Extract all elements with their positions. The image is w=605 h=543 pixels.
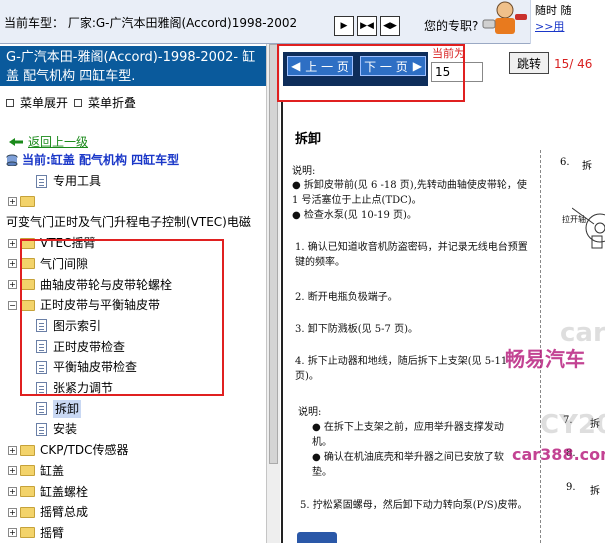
note2-label: 说明: [298,407,322,418]
step-number: 6. [560,157,570,168]
scrollbar-thumb[interactable] [269,44,278,464]
promo-text: 随时 随 [535,4,572,17]
step-fragment: 拆 [582,161,592,172]
left-scrollbar[interactable] [266,44,280,543]
tree-folder-item[interactable]: + 缸盖螺栓 [8,483,88,501]
tree-item-label: CKP/TDC传感器 [40,443,129,458]
document-icon [36,174,47,188]
jump-button[interactable]: 跳转 [509,52,549,74]
menu-expand-button[interactable]: 菜单展开 [6,94,68,111]
note-item: ● 在拆下上支架之前，应用举升器支撑发动机。 [312,422,504,448]
note-list: ● 拆卸皮带前(见 6 -18 页),先转动曲轴使皮带轮，使 1 号活塞位于上止… [292,178,532,223]
tree-folder-item[interactable]: + 摇臂 [8,524,64,542]
engine-diagram-icon [572,207,605,249]
current-section-label: 当前:缸盖 配气机构 四缸车型 [22,153,180,167]
tree-folder-item[interactable]: + 摇臂总成 [8,503,88,521]
watermark-brand: 畅易汽车 [505,347,585,371]
folder-icon [20,486,35,497]
current-model-label: 当前车型： 厂家:G-广汽本田雅阁(Accord)1998-2002 [4,16,298,30]
page-count: 15/ 46 [554,57,593,71]
expand-icon[interactable]: + [8,487,17,496]
folder-icon [20,527,35,539]
note-label: 说明: [292,166,316,177]
step-1: 1. 确认已知道收音机防盗密码，并记录无线电台预置键的频率。 [295,242,528,268]
toolbar-nav-buttons: ▶ ▶◀ ◀▶ [334,16,400,36]
expand-icon[interactable]: + [8,507,17,517]
tree-item-label: 摇臂 [40,525,65,540]
expand-icon[interactable]: + [8,238,17,248]
pager-highlight-box [277,44,465,102]
menu-collapse-label: 菜单折叠 [88,96,137,110]
nav-forward-button[interactable]: ▶ [334,16,354,36]
tree-folder-item[interactable]: + 缸盖 [8,462,64,480]
tree-item-label: 拆卸 [53,399,82,418]
document-heading: 拆卸 [295,132,322,147]
menu-collapse-button[interactable]: 菜单折叠 [74,94,136,111]
expand-icon[interactable]: + [8,197,17,207]
menu-expand-label: 菜单展开 [20,96,69,110]
nav-collapse-button[interactable]: ▶◀ [357,16,377,36]
expand-icon[interactable]: + [8,280,17,289]
left-arrow-icon [9,137,23,146]
expand-icon[interactable]: + [8,445,17,455]
note2-list: ● 在拆下上支架之前，应用举升器支撑发动机。 ● 确认在机油底壳和举升器之间已安… [312,420,522,480]
tree-leaf-item[interactable]: 安装 [36,420,77,438]
tree-leaf-item[interactable]: 专用工具 [36,172,101,190]
tree-item-label: 缸盖 [40,463,65,478]
step-2: 2. 断开电瓶负极端子。 [295,292,398,303]
note-item: ● 拆卸皮带前(见 6 -18 页),先转动曲轴使皮带轮，使 1 号活塞位于上止… [292,180,527,206]
document-icon [36,402,47,416]
step-number: 9. [566,482,576,493]
faint-watermark: CY20 [540,410,605,440]
folder-icon [20,444,35,456]
collapse-icon[interactable]: − [8,300,17,310]
bottom-tab[interactable] [297,532,337,543]
step-4: 4. 拆下止动器和地线，随后拆下上支架(见 5-11 页)。 [295,356,508,382]
purchase-label: 您的专职? [424,19,479,33]
tree-item-label: 安装 [53,422,78,437]
mascot-icon [482,1,527,34]
step-fragment: 拆 [590,486,600,497]
expand-icon[interactable]: + [8,259,17,269]
tree-item-label: 摇臂总成 [40,505,89,520]
nav-expand-button[interactable]: ◀▶ [380,16,400,36]
note-item: ● 确认在机油底壳和举升器之间已安放了软垫。 [312,452,504,478]
promo-box: 随时 随 >>用 [530,0,605,44]
tree-folder-item[interactable]: 可变气门正时及气门升程电子控制(VTEC)电磁 [6,213,251,231]
model-title-banner: G-广汽本田-雅阁(Accord)-1998-2002- 缸盖 配气机构 四缸车… [0,46,266,86]
folder-icon [20,506,35,518]
tree-highlight-box [20,239,224,396]
folder-icon [20,196,35,208]
back-link-label: 返回上一级 [28,135,89,149]
square-icon [6,99,14,107]
top-header-bar: 当前车型： 厂家:G-广汽本田雅阁(Accord)1998-2002 ▶ ▶◀ … [0,0,605,44]
step-3: 3. 卸下防溅板(见 5-7 页)。 [295,324,418,335]
tree-folder-item[interactable]: + CKP/TDC传感器 [8,441,128,459]
tree-leaf-item[interactable]: 拆卸 [36,399,82,418]
watermark-url: car388.com [512,445,605,464]
tree-item-label: 专用工具 [53,174,102,188]
expand-icon[interactable]: + [8,528,17,538]
current-section: 当前:缸盖 配气机构 四缸车型 [6,151,179,168]
folder-icon [20,465,35,477]
square-icon [74,99,83,107]
back-link[interactable]: 返回上一级 [8,133,88,150]
tree-item-label: 缸盖螺栓 [40,484,89,499]
tree-item-label: 可变气门正时及气门升程电子控制(VTEC)电磁 [6,215,251,230]
tree-folder-item[interactable]: + [8,193,40,211]
promo-link[interactable]: >>用 [535,18,601,34]
step-5: 5. 拧松紧固螺母，然后卸下动力转向泵(P/S)皮带。 [300,500,528,511]
document-icon [36,422,47,436]
database-icon [6,154,18,166]
menu-operations: 菜单展开 菜单折叠 [6,94,136,111]
note-item: ● 检查水泵(见 10-19 页)。 [292,210,417,221]
expand-icon[interactable]: + [8,466,17,476]
